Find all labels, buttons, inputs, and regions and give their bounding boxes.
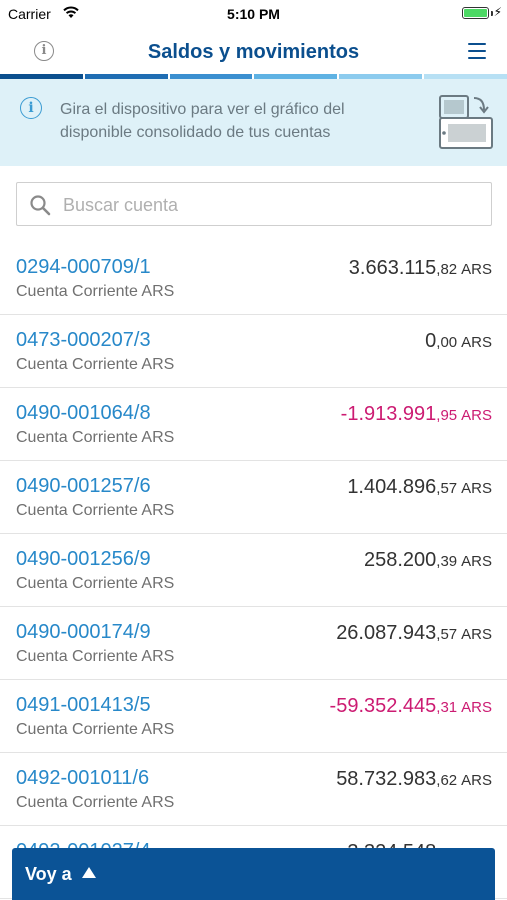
balance-currency: ARS <box>461 772 492 789</box>
balance-currency: ARS <box>461 553 492 570</box>
banner-text: Gira el dispositivo para ver el gráfico … <box>60 101 345 141</box>
account-type: Cuenta Corriente ARS <box>16 502 175 519</box>
balance-currency: ARS <box>461 334 492 351</box>
account-balance: -59.352.445,31 ARS <box>330 695 492 718</box>
hamburger-menu-icon[interactable] <box>468 43 486 59</box>
balance-integer: -1.913.991 <box>340 403 437 425</box>
account-number[interactable]: 0294-000709/1 <box>16 256 151 279</box>
account-row[interactable]: 0490-000174/9 Cuenta Corriente ARS 26.087.… <box>0 607 507 680</box>
search-icon <box>30 195 51 216</box>
status-bar: Carrier 5:10 PM ⚡ <box>0 0 507 28</box>
triangle-up-icon <box>82 867 96 878</box>
balance-decimals: ,00 <box>436 334 458 351</box>
account-balance: 58.732.983,62 ARS <box>336 768 492 791</box>
account-number[interactable]: 0490-001064/8 <box>16 402 151 425</box>
balance-currency: ARS <box>461 480 492 497</box>
account-row[interactable]: 0294-000709/1 Cuenta Corriente ARS 3.663.1… <box>0 242 507 315</box>
balance-decimals: ,31 <box>436 699 458 716</box>
balance-integer: 1.404.896 <box>347 476 437 498</box>
account-row[interactable]: 0490-001257/6 Cuenta Corriente ARS 1.404.8… <box>0 461 507 534</box>
page-title: Saldos y movimientos <box>147 41 360 63</box>
account-type: Cuenta Corriente ARS <box>16 721 175 738</box>
balance-decimals: ,39 <box>436 553 458 570</box>
account-type: Cuenta Corriente ARS <box>16 429 175 446</box>
account-type: Cuenta Corriente ARS <box>16 575 175 592</box>
account-balance: 1.404.896,57 ARS <box>347 476 492 499</box>
account-number[interactable]: 0490-000174/9 <box>16 621 151 644</box>
balance-integer: 0 <box>425 330 437 352</box>
rotate-device-icon <box>439 95 493 149</box>
account-balance: -1.913.991,95 ARS <box>341 403 492 426</box>
balance-integer: 58.732.983 <box>336 768 437 790</box>
account-type: Cuenta Corriente ARS <box>16 794 175 811</box>
balance-integer: 258.200 <box>364 549 437 571</box>
search-input[interactable] <box>61 183 485 227</box>
rotate-hint-banner: i Gira el dispositivo para ver el gráfic… <box>0 79 507 166</box>
account-row[interactable]: 0491-001413/5 Cuenta Corriente ARS -59.352… <box>0 680 507 753</box>
account-list: 0294-000709/1 Cuenta Corriente ARS 3.663.1… <box>0 242 507 899</box>
account-number[interactable]: 0491-001413/5 <box>16 694 151 717</box>
account-type: Cuenta Corriente ARS <box>16 648 175 665</box>
account-type: Cuenta Corriente ARS <box>16 283 175 300</box>
account-row[interactable]: 0490-001256/9 Cuenta Corriente ARS 258.200… <box>0 534 507 607</box>
balance-currency: ARS <box>461 626 492 643</box>
account-number[interactable]: 0492-001011/6 <box>16 767 149 790</box>
account-row[interactable]: 0490-001064/8 Cuenta Corriente ARS -1.913.… <box>0 388 507 461</box>
account-balance: 0,00 ARS <box>425 330 492 353</box>
balance-currency: ARS <box>461 407 492 424</box>
balance-currency: ARS <box>461 699 492 716</box>
account-row[interactable]: 0492-001011/6 Cuenta Corriente ARS 58.732.… <box>0 753 507 826</box>
voy-a-button[interactable]: Voy a <box>12 848 495 900</box>
info-icon: i <box>20 97 42 119</box>
account-number[interactable]: 0490-001257/6 <box>16 475 151 498</box>
balance-decimals: ,95 <box>436 407 458 424</box>
voy-a-label: Voy a <box>25 864 72 884</box>
account-row[interactable]: 0473-000207/3 Cuenta Corriente ARS 0,00 ARS <box>0 315 507 388</box>
balance-integer: 3.663.115 <box>348 257 437 279</box>
status-time: 5:10 PM <box>227 6 280 22</box>
balance-decimals: ,57 <box>436 626 458 643</box>
account-number[interactable]: 0490-001256/9 <box>16 548 151 571</box>
balance-decimals: ,57 <box>436 480 458 497</box>
account-balance: 26.087.943,57 ARS <box>336 622 492 645</box>
balance-decimals: ,82 <box>436 261 458 278</box>
balance-currency: ARS <box>461 261 492 278</box>
account-type: Cuenta Corriente ARS <box>16 356 175 373</box>
navigation-bar: i Saldos y movimientos <box>0 28 507 74</box>
account-balance: 3.663.115,82 ARS <box>349 257 492 280</box>
account-balance: 258.200,39 ARS <box>364 549 492 572</box>
account-number[interactable]: 0473-000207/3 <box>16 329 151 352</box>
search-box[interactable] <box>16 182 492 227</box>
battery-icon <box>462 7 489 19</box>
charging-icon: ⚡ <box>493 5 502 19</box>
balance-decimals: ,62 <box>436 772 458 789</box>
balance-integer: -59.352.445 <box>329 695 437 717</box>
balance-integer: 26.087.943 <box>336 622 437 644</box>
